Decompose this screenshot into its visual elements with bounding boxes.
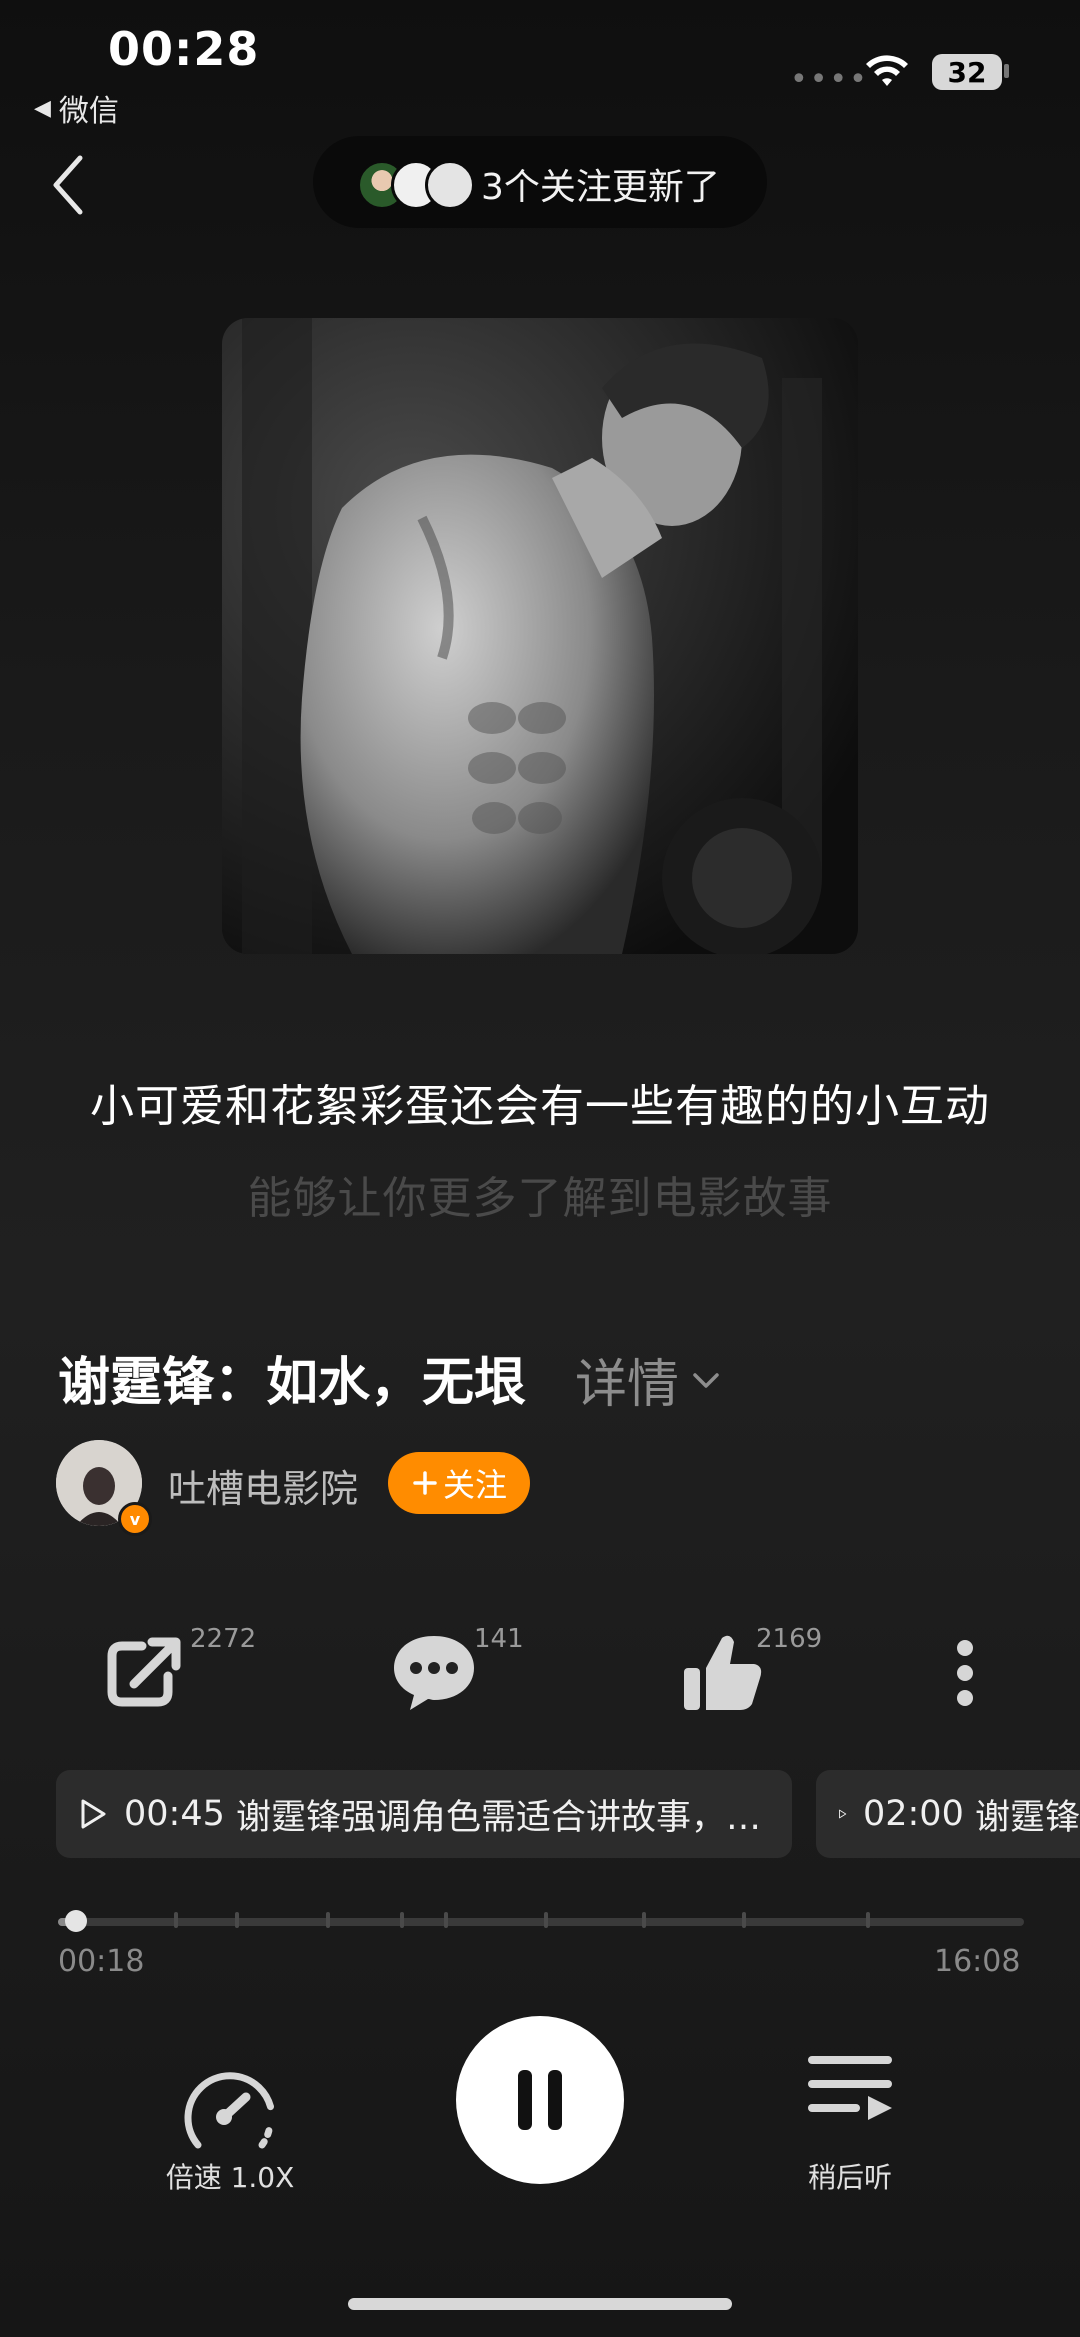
- followed-updates-pill[interactable]: 3个关注更新了: [313, 136, 767, 228]
- pause-button[interactable]: [456, 2016, 624, 2184]
- detail-label: 详情: [575, 1355, 680, 1415]
- chapter-tick: [742, 1912, 746, 1928]
- chapter-item[interactable]: 02:00 谢霆锋: [816, 1770, 1080, 1858]
- wifi-icon: [866, 55, 908, 86]
- chapter-tick: [866, 1912, 870, 1928]
- total-time: 16:08: [934, 1944, 1021, 1979]
- play-outline-icon: [81, 1799, 106, 1829]
- back-app-label: 微信: [58, 94, 119, 129]
- home-indicator[interactable]: [348, 2298, 732, 2310]
- chapter-text: 谢霆锋: [974, 1797, 1080, 1838]
- share-count: 2272: [190, 1624, 257, 1654]
- comment-icon[interactable]: [384, 1628, 484, 1718]
- share-icon[interactable]: [96, 1628, 196, 1718]
- followed-avatar-3: [425, 160, 475, 210]
- episode-cover-image: [222, 318, 858, 954]
- back-chevron-icon[interactable]: [44, 150, 94, 220]
- play-outline-icon: [839, 1809, 847, 1819]
- listen-later-icon[interactable]: [800, 2040, 900, 2140]
- back-to-app-link[interactable]: ◀ 微信: [34, 86, 119, 130]
- status-time: 00:28: [108, 22, 260, 76]
- speed-label[interactable]: 倍速 1.0X: [160, 2156, 300, 2196]
- follow-button[interactable]: 关注: [388, 1452, 530, 1514]
- follow-label: 关注: [442, 1467, 507, 1503]
- chapter-tick: [326, 1912, 330, 1928]
- chapter-tick: [174, 1912, 178, 1928]
- battery-tip: [1004, 64, 1009, 78]
- author-name[interactable]: 吐槽电影院: [168, 1458, 358, 1513]
- comment-count: 141: [474, 1624, 524, 1654]
- lyric-current-line: 小可爱和花絮彩蛋还会有一些有趣的的小互动: [90, 1081, 990, 1132]
- chapter-tick: [544, 1912, 548, 1928]
- episode-title: 谢霆锋：如水，无垠: [58, 1353, 527, 1413]
- progress-knob[interactable]: [65, 1910, 88, 1932]
- lyric-next-line: 能够让你更多了解到电影故事: [247, 1173, 833, 1224]
- follow-update-text: 3个关注更新了: [481, 167, 720, 208]
- plus-icon: [413, 1471, 437, 1495]
- pause-icon: [518, 2070, 562, 2130]
- chapter-tick: [642, 1912, 646, 1928]
- detail-toggle[interactable]: 详情: [575, 1342, 723, 1417]
- more-vertical-icon[interactable]: [920, 1628, 1010, 1718]
- battery-icon: 32: [932, 54, 1002, 90]
- chapter-text: 谢霆锋强调角色需适合讲故事，…: [236, 1797, 762, 1838]
- listen-later-label[interactable]: 稍后听: [780, 2156, 920, 2196]
- current-time: 00:18: [58, 1944, 145, 1979]
- signal-icon: ••••: [790, 62, 869, 97]
- like-count: 2169: [756, 1624, 823, 1654]
- chapter-tick: [235, 1912, 239, 1928]
- chevron-down-icon: [693, 1372, 719, 1388]
- chapter-tick: [444, 1912, 448, 1928]
- verified-badge-icon: v: [118, 1502, 152, 1536]
- chapter-time: 02:00: [862, 1794, 964, 1834]
- back-triangle-icon: ◀: [34, 95, 51, 121]
- chapter-tick: [400, 1912, 404, 1928]
- chapter-time: 00:45: [124, 1794, 225, 1834]
- progress-track[interactable]: [58, 1918, 1024, 1926]
- chapter-item[interactable]: 00:45 谢霆锋强调角色需适合讲故事，…: [56, 1770, 792, 1858]
